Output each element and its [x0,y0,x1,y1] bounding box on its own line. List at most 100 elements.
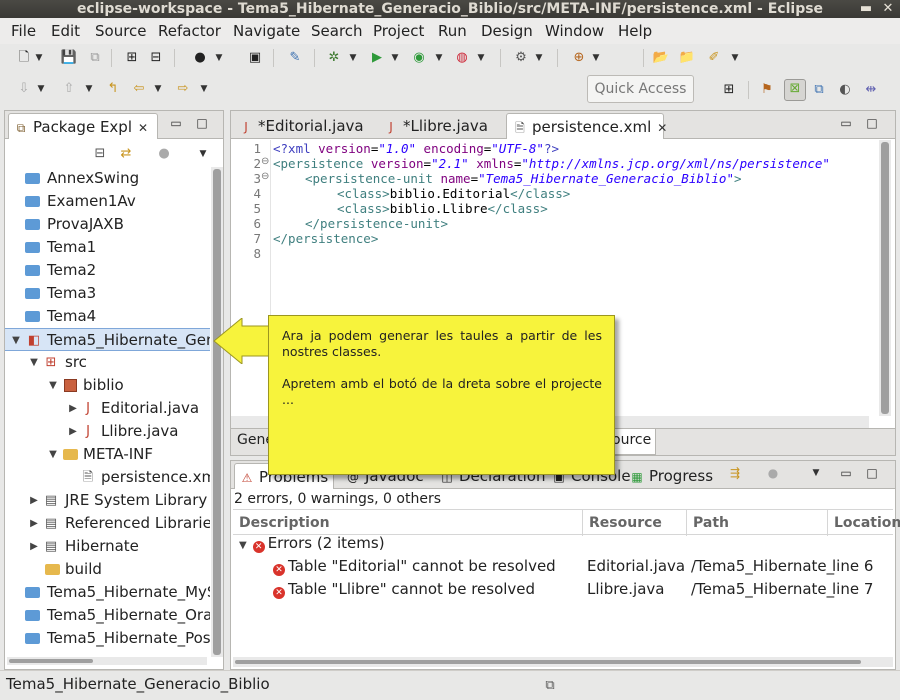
tab-progress[interactable]: ▦ Progress [627,463,727,489]
problem-row[interactable]: ✕ Table "Llibre" cannot be resolved [273,578,535,601]
menu-window[interactable]: Window [545,22,604,40]
chevron-down-icon[interactable]: ▼ [730,49,740,67]
menu-source[interactable]: Source [95,22,147,40]
menu-refactor[interactable]: Refactor [158,22,221,40]
pin-icon[interactable]: ✎ [286,49,304,67]
minimize-icon[interactable]: ▬ [858,1,874,17]
java-perspective-icon[interactable]: ⊠ [784,79,806,101]
git-perspective-icon[interactable]: ⇹ [862,81,880,99]
focus-icon[interactable]: ● [155,145,173,163]
tree-item-tema1[interactable]: Tema1 [5,236,210,259]
tree-item-src[interactable]: ▼ ⊞ src [5,351,210,374]
maximize-icon[interactable]: □ [864,115,880,131]
link-with-editor-icon[interactable]: ⇄ [117,145,135,163]
new-java-package-icon[interactable]: ⊕ [570,49,588,67]
debug-perspective-icon[interactable]: ⧉ [810,81,828,99]
tree-item-meta-inf[interactable]: ▼ META-INF [5,443,210,466]
previous-annotation-icon[interactable]: ⇧ [60,80,78,98]
chevron-down-icon[interactable]: ▼ [534,49,544,67]
tree-item-biblio[interactable]: ▼ biblio [5,374,210,397]
menu-navigate[interactable]: Navigate [233,22,300,40]
filter-icon[interactable]: ⇶ [727,465,743,481]
menu-project[interactable]: Project [373,22,424,40]
open-project-icon[interactable]: 📁 [678,49,696,67]
editor-scrollbar[interactable] [879,140,891,416]
run-icon[interactable]: ▶ [368,49,386,67]
java-ee-perspective-icon[interactable]: ⚑ [758,81,776,99]
collapse-all-icon[interactable]: ⊟ [91,145,109,163]
external-tools-icon[interactable]: ◍ [453,49,471,67]
tree-item-hibernate[interactable]: ▶ ▤ Hibernate [5,535,210,558]
expand-arrow-icon[interactable]: ▼ [239,540,247,551]
chevron-down-icon[interactable]: ▼ [390,49,400,67]
open-type-icon[interactable]: ⊞ [123,49,141,67]
column-path[interactable]: Path [687,510,828,536]
problems-group-errors[interactable]: ▼ ✕ Errors (2 items) [239,532,385,555]
last-edit-icon[interactable]: ↰ [104,80,122,98]
quick-access-field[interactable]: Quick Access [587,75,694,103]
close-icon[interactable]: ✕ [657,121,667,135]
expand-arrow-icon[interactable]: ▼ [47,443,59,466]
tree-item-tema5-hibernate-postg[interactable]: Tema5_Hibernate_Postg [5,627,210,650]
chevron-down-icon[interactable]: ▼ [214,49,224,67]
tree-item-build[interactable]: build [5,558,210,581]
focus-icon[interactable]: ● [765,465,781,481]
maximize-icon[interactable]: □ [194,115,210,131]
package-explorer-scrollbar[interactable] [211,167,223,657]
tree-item-tema2[interactable]: Tema2 [5,259,210,282]
tree-item-tema5-hibernate-mysq[interactable]: Tema5_Hibernate_MySQ [5,581,210,604]
save-all-icon[interactable]: ⧉ [86,49,104,67]
save-icon[interactable]: 💾 [60,49,78,67]
scrollbar-thumb[interactable] [881,142,889,414]
view-menu-icon[interactable]: ▼ [808,465,824,481]
chevron-down-icon[interactable]: ▼ [36,80,46,98]
tab-llibre-java[interactable]: J *Llibre.java [379,113,504,139]
next-annotation-icon[interactable]: ⇩ [15,80,33,98]
tab-persistence-xml[interactable]: 🗎 persistence.xml ✕ [506,113,667,139]
tree-item-editorial-java[interactable]: ▶ J Editorial.java [5,397,210,420]
expand-arrow-icon[interactable]: ▶ [28,535,40,558]
maximize-icon[interactable]: □ [864,465,880,481]
minimize-icon[interactable]: ▭ [838,115,854,131]
tree-item-persistence-xml[interactable]: 🗎 persistence.xml [5,466,210,489]
tree-item-tema3[interactable]: Tema3 [5,282,210,305]
scrollbar-thumb[interactable] [235,660,861,664]
problems-hscrollbar[interactable] [233,657,893,667]
tree-item-tema5-hibernate-gene[interactable]: ▼ ◧ Tema5_Hibernate_Gene [5,328,210,351]
menu-design[interactable]: Design [481,22,533,40]
menu-run[interactable]: Run [438,22,467,40]
chevron-down-icon[interactable]: ▼ [34,49,44,67]
tree-item-llibre-java[interactable]: ▶ J Llibre.java [5,420,210,443]
tree-item-tema5-hibernate-oracl[interactable]: Tema5_Hibernate_Oracl [5,604,210,627]
view-menu-icon[interactable]: ▼ [198,145,208,163]
menu-file[interactable]: File [11,22,36,40]
expand-arrow-icon[interactable]: ▶ [67,397,79,420]
chevron-down-icon[interactable]: ▼ [348,49,358,67]
tab-package-explorer[interactable]: ⧉ Package Expl ✕ [8,113,158,139]
expand-arrow-icon[interactable]: ▶ [28,489,40,512]
problem-row[interactable]: ✕ Table "Editorial" cannot be resolved [273,555,556,578]
chevron-down-icon[interactable]: ▼ [199,80,209,98]
chevron-down-icon[interactable]: ▼ [153,80,163,98]
user-icon[interactable]: ● [191,49,209,67]
minimize-icon[interactable]: ▭ [168,115,184,131]
forward-icon[interactable]: ⇨ [174,80,192,98]
chevron-down-icon[interactable]: ▼ [591,49,601,67]
menu-edit[interactable]: Edit [51,22,80,40]
menu-help[interactable]: Help [618,22,652,40]
chevron-down-icon[interactable]: ▼ [476,49,486,67]
open-perspective-icon[interactable]: ⊞ [720,81,738,99]
fold-icon[interactable]: ⊖ [261,156,269,167]
package-explorer-hscrollbar[interactable] [7,657,207,665]
tab-editorial-java[interactable]: J *Editorial.java [234,113,374,139]
expand-arrow-icon[interactable]: ▼ [47,374,59,397]
tree-item-referenced-libraries[interactable]: ▶ ▤ Referenced Libraries [5,512,210,535]
back-icon[interactable]: ⇦ [130,80,148,98]
new-icon[interactable]: 🗋 [15,49,33,67]
coverage-icon[interactable]: ◉ [410,49,428,67]
debug-icon[interactable]: ✲ [325,49,343,67]
tree-item-examen1av[interactable]: Examen1Av [5,190,210,213]
fast-view-icon[interactable]: ⧉ [540,674,560,694]
tree-item-tema4[interactable]: Tema4 [5,305,210,328]
column-resource[interactable]: Resource [583,510,687,536]
